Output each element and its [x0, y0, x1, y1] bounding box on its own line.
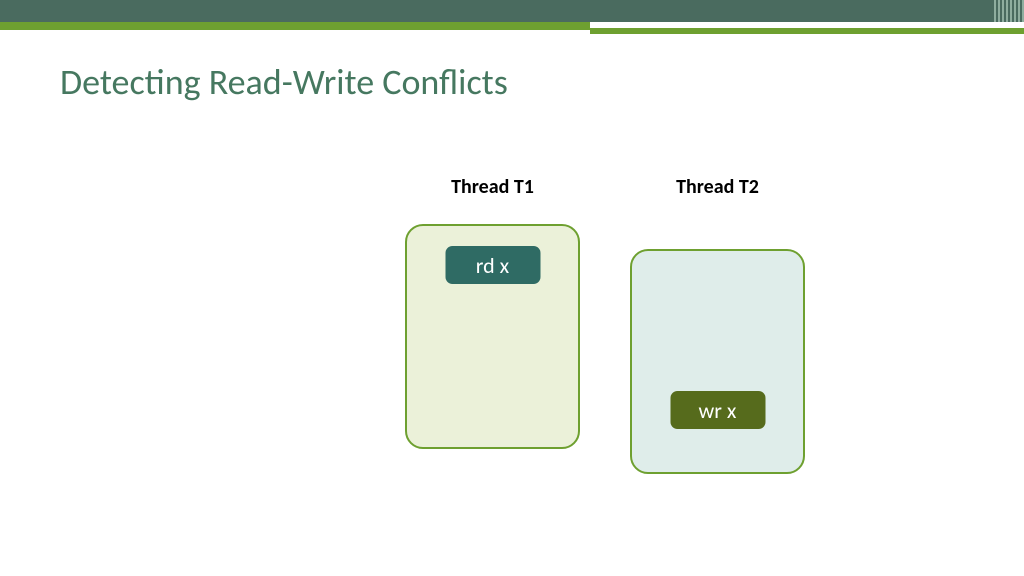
header-accent-line-right — [590, 28, 1024, 34]
threads-container: Thread T1 rd x Thread T2 wr x — [405, 175, 805, 474]
header-accent-line-left — [0, 22, 590, 30]
header-bar-dark — [0, 0, 1024, 22]
thread-column-t2: Thread T2 wr x — [630, 175, 805, 474]
slide-title: Detecting Read-Write Conflicts — [60, 60, 508, 104]
thread-column-t1: Thread T1 rd x — [405, 175, 580, 474]
thread-box-t2: wr x — [630, 249, 805, 474]
thread-label-t2: Thread T2 — [676, 175, 759, 199]
thread-label-t1: Thread T1 — [451, 175, 534, 199]
header-stripes-decoration — [994, 0, 1024, 22]
operation-read-x: rd x — [445, 246, 540, 284]
thread-box-t1: rd x — [405, 224, 580, 449]
operation-write-x: wr x — [670, 391, 765, 429]
